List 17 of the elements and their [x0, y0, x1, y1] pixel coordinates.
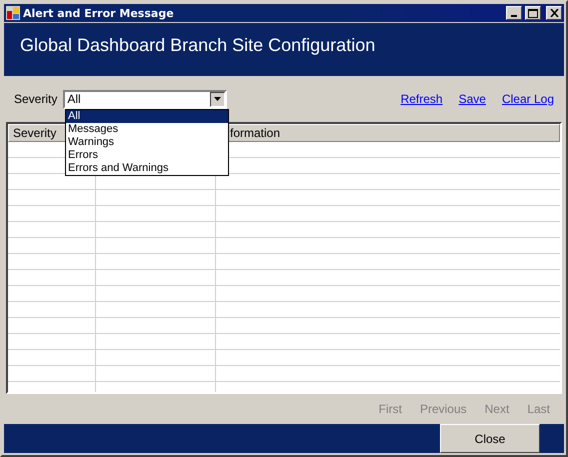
toolbar-link[interactable]: Save	[458, 92, 486, 106]
maximize-button[interactable]	[525, 6, 541, 20]
toolbar-link[interactable]: Clear Log	[502, 92, 554, 106]
maximize-icon	[528, 8, 538, 18]
close-button[interactable]	[546, 6, 562, 20]
severity-dropdown[interactable]: All	[63, 90, 228, 108]
app-icon	[6, 6, 20, 20]
severity-label: Severity	[14, 92, 58, 106]
dropdown-option[interactable]: All	[66, 110, 228, 123]
close-dialog-button[interactable]: Close	[440, 424, 540, 453]
caret-icon	[214, 97, 222, 101]
close-icon	[550, 9, 558, 17]
toolbar-link[interactable]: Refresh	[400, 92, 443, 106]
minimize-button[interactable]	[506, 6, 522, 20]
window-title: Alert and Error Message	[23, 6, 175, 20]
page-title: Global Dashboard Branch Site Configuration	[20, 35, 376, 55]
dropdown-button[interactable]	[210, 92, 226, 106]
